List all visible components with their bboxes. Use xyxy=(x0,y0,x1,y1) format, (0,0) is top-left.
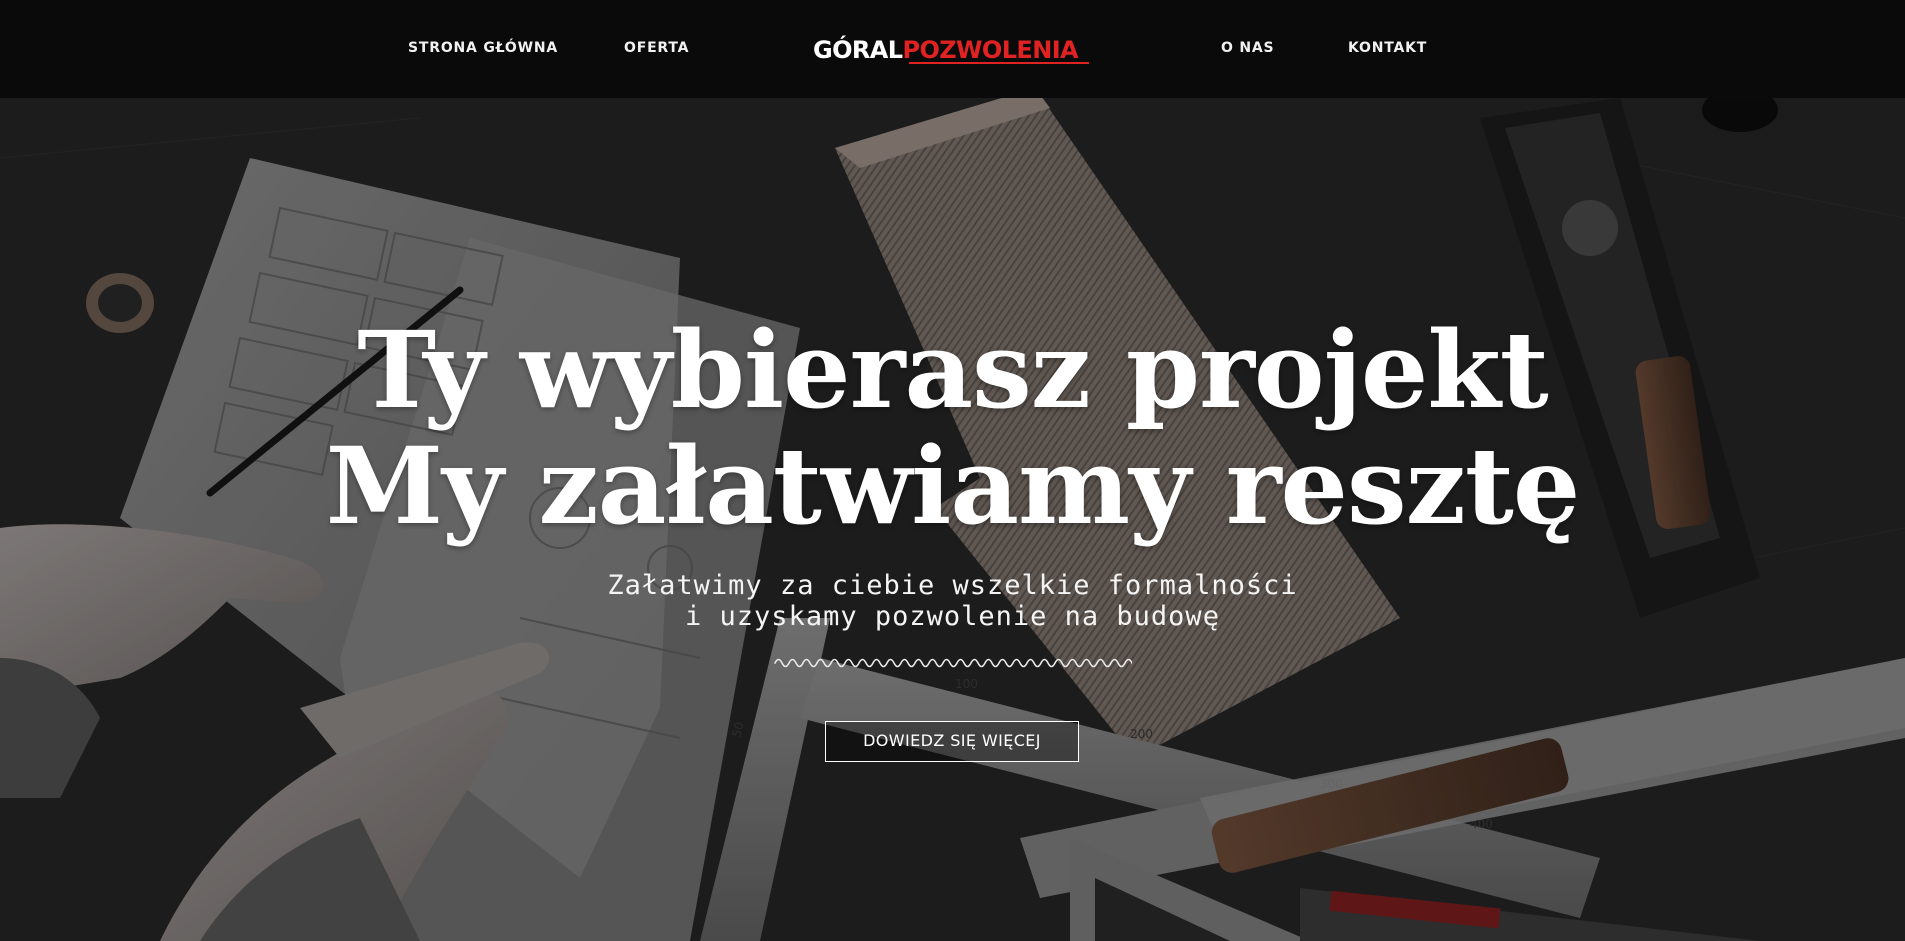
hero-subtitle-line-1: Załatwimy za ciebie wszelkie formalności xyxy=(607,570,1298,601)
logo-text-pozwolenia: POZWOLENIA xyxy=(902,36,1079,64)
hero-subtitle-line-2: i uzyskamy pozwolenie na budowę xyxy=(685,601,1220,632)
hero-headline-line-2: My załatwiamy resztę xyxy=(325,423,1581,548)
wavy-line-icon xyxy=(774,658,1132,668)
site-logo[interactable]: GÓRALPOZWOLENIA xyxy=(813,35,1093,65)
hero-headline-line-1: Ty wybierasz projekt xyxy=(357,307,1549,432)
hero-section: 100200 300400 50 Ty wybierasz projekt My… xyxy=(0,98,1905,941)
nav-link-offer[interactable]: OFERTA xyxy=(624,40,689,56)
nav-link-home[interactable]: STRONA GŁÓWNA xyxy=(408,40,558,56)
nav-link-about[interactable]: O NAS xyxy=(1221,40,1274,56)
top-navigation-bar: STRONA GŁÓWNA OFERTA GÓRALPOZWOLENIA O N… xyxy=(0,0,1905,98)
logo-underline xyxy=(909,62,1089,64)
logo-text-goral: GÓRAL xyxy=(813,36,903,64)
nav-link-contact[interactable]: KONTAKT xyxy=(1348,40,1427,56)
learn-more-button[interactable]: DOWIEDZ SIĘ WIĘCEJ xyxy=(825,721,1079,762)
